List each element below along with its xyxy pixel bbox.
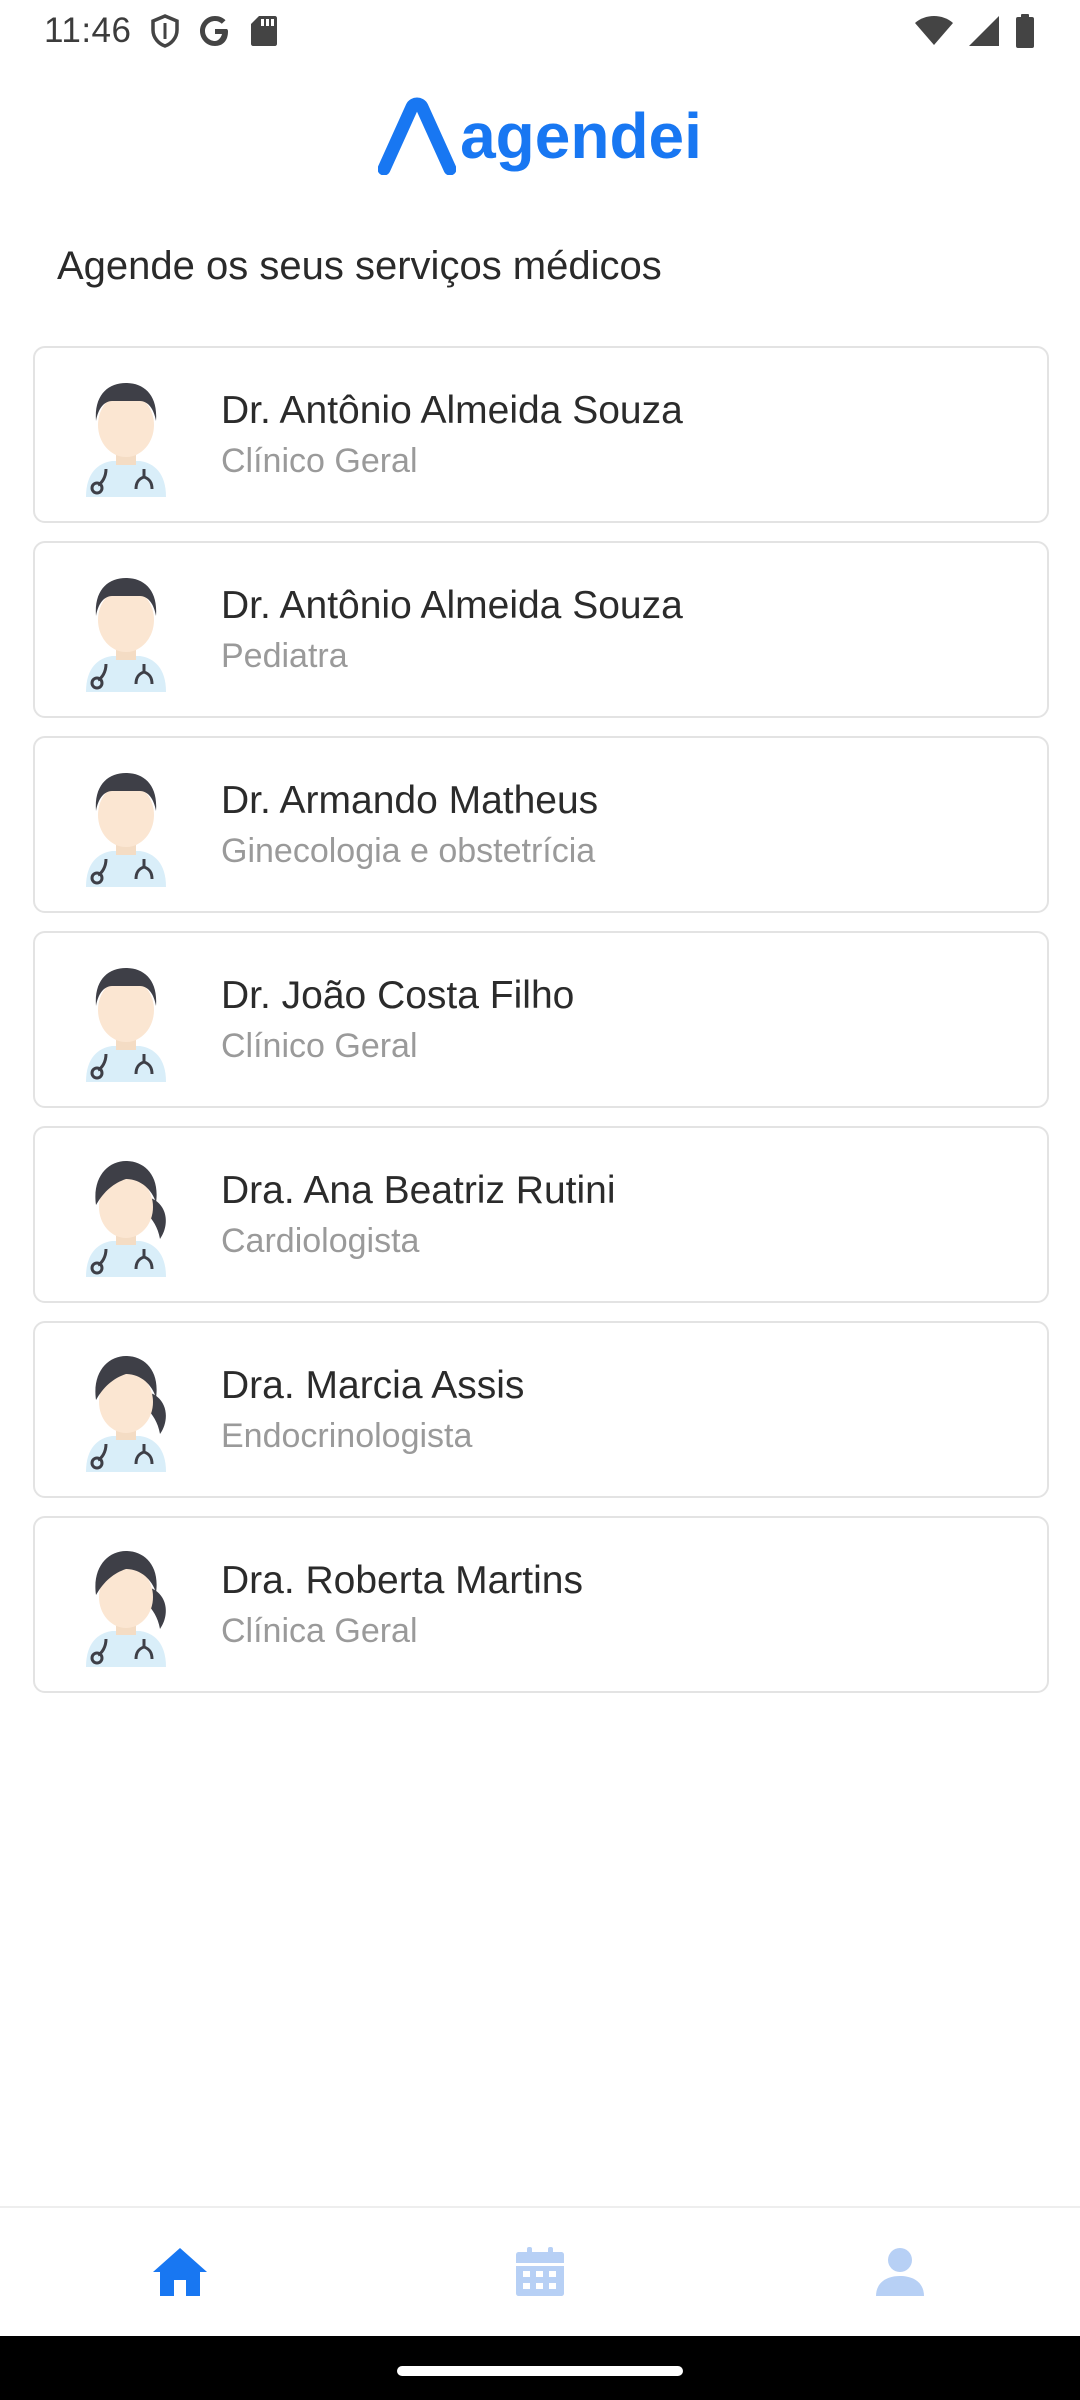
- doctor-info: Dra. Roberta Martins Clínica Geral: [221, 1557, 583, 1653]
- male-doctor-icon: [86, 772, 166, 887]
- nav-calendar-button[interactable]: [460, 2222, 620, 2322]
- doctor-info: Dr. João Costa Filho Clínico Geral: [221, 972, 574, 1068]
- doctor-card[interactable]: Dra. Ana Beatriz Rutini Cardiologista: [33, 1126, 1049, 1303]
- doctor-specialty: Clínico Geral: [221, 441, 418, 480]
- doctor-card[interactable]: Dra. Marcia Assis Endocrinologista: [33, 1321, 1049, 1498]
- status-bar: 11:46: [0, 0, 1080, 62]
- doctor-specialty: Ginecologia e obstetrícia: [221, 831, 596, 870]
- doctor-card[interactable]: Dr. Antônio Almeida Souza Clínico Geral: [33, 346, 1049, 523]
- doctor-specialty: Pediatra: [221, 636, 348, 675]
- doctor-name: Dr. Armando Matheus: [221, 778, 599, 822]
- doctor-specialty: Clínico Geral: [221, 1026, 418, 1065]
- doctor-card[interactable]: Dr. Armando Matheus Ginecologia e obstet…: [33, 736, 1049, 913]
- doctor-specialty: Cardiologista: [221, 1221, 420, 1260]
- male-doctor-icon: [86, 382, 166, 497]
- nav-home-button[interactable]: [100, 2222, 260, 2322]
- female-doctor-icon: [86, 1550, 166, 1667]
- doctor-name: Dra. Marcia Assis: [221, 1363, 525, 1407]
- doctor-name: Dra. Ana Beatriz Rutini: [221, 1168, 616, 1212]
- doctor-name: Dr. Antônio Almeida Souza: [221, 388, 683, 432]
- doctor-info: Dra. Marcia Assis Endocrinologista: [221, 1362, 524, 1458]
- logo-text: agendei: [460, 100, 702, 172]
- doctor-specialty: Endocrinologista: [221, 1416, 473, 1455]
- status-left: 11:46: [44, 11, 278, 51]
- doctor-info: Dr. Armando Matheus Ginecologia e obstet…: [221, 777, 598, 873]
- home-icon: [153, 2248, 207, 2296]
- profile-icon: [876, 2248, 924, 2296]
- bottom-nav: [0, 2206, 1080, 2336]
- app-logo: agendei: [0, 96, 1080, 176]
- nav-profile-button[interactable]: [820, 2222, 980, 2322]
- doctor-card[interactable]: Dra. Roberta Martins Clínica Geral: [33, 1516, 1049, 1693]
- home-gesture-handle[interactable]: [397, 2366, 683, 2376]
- doctor-info: Dr. Antônio Almeida Souza Pediatra: [221, 582, 683, 678]
- google-icon: [199, 16, 228, 46]
- sd-card-icon: [250, 16, 277, 46]
- wifi-icon: [915, 16, 953, 45]
- female-doctor-icon: [86, 1355, 166, 1472]
- male-doctor-icon: [86, 577, 166, 692]
- doctor-card[interactable]: Dr. Antônio Almeida Souza Pediatra: [33, 541, 1049, 718]
- female-doctor-icon: [86, 1160, 166, 1277]
- calendar-icon: [516, 2247, 564, 2296]
- status-right: [914, 13, 1036, 49]
- doctor-name: Dr. João Costa Filho: [221, 973, 575, 1017]
- doctor-card[interactable]: Dr. João Costa Filho Clínico Geral: [33, 931, 1049, 1108]
- page-subtitle: Agende os seus serviços médicos: [57, 244, 662, 288]
- doctor-info: Dra. Ana Beatriz Rutini Cardiologista: [221, 1167, 616, 1263]
- status-time: 11:46: [44, 11, 132, 50]
- doctor-info: Dr. Antônio Almeida Souza Clínico Geral: [221, 387, 683, 483]
- system-gesture-bar: [0, 2336, 1080, 2400]
- doctor-specialty: Clínica Geral: [221, 1611, 418, 1650]
- doctor-name: Dra. Roberta Martins: [221, 1558, 583, 1602]
- doctor-list: Dr. Antônio Almeida Souza Clínico Geral …: [33, 346, 1049, 1711]
- signal-icon: [969, 16, 999, 46]
- shield-icon: [150, 14, 179, 48]
- male-doctor-icon: [86, 967, 166, 1082]
- battery-icon: [1016, 14, 1034, 48]
- doctor-name: Dr. Antônio Almeida Souza: [221, 583, 683, 627]
- logo-mark-icon: [378, 97, 457, 175]
